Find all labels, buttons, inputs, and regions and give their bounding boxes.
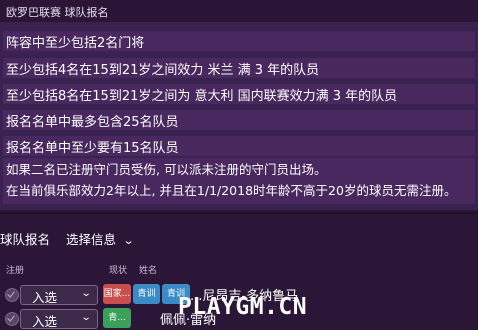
rule-row: 至少包括4名在15到21岁之间效力 米兰 满 3 年的队员 [3, 58, 475, 78]
registration-status-dropdown[interactable]: 入选 ⌄ [20, 285, 98, 305]
rule-text: 至少包括4名在15到21岁之间效力 米兰 满 3 年的队员 [6, 63, 320, 78]
status-badge-youth: 青... [103, 308, 131, 328]
rule-text: 阵容中至少包括2名门将 [6, 36, 145, 51]
rule-row: 报名名单中至少要有15名队员 [3, 136, 475, 156]
tab-squad-registration[interactable]: 球队报名 [0, 229, 50, 248]
rule-row: 报名名单中最多包含25名队员 [3, 110, 475, 130]
table-header: 注册 现状 姓名 [0, 263, 478, 276]
column-header-register[interactable]: 注册 [6, 263, 24, 276]
rule-text: 报名名单中至少要有15名队员 [6, 141, 179, 156]
registration-status-value: 入选 [32, 290, 58, 305]
window-title: 欧罗巴联赛 球队报名 [6, 6, 109, 19]
check-icon[interactable] [5, 288, 19, 302]
status-badge-national: 国家... [103, 284, 131, 304]
note-text: 如果二名已注册守门员受伤, 可以派未注册的守门员出场。 [6, 162, 327, 177]
column-header-status[interactable]: 现状 [109, 263, 127, 276]
registration-status-value: 入选 [32, 314, 58, 329]
title-bar: 欧罗巴联赛 球队报名 [0, 0, 478, 22]
note-text: 在当前俱乐部效力2年以上, 并且在1/1/2018时年龄不高于20岁的球员无需注… [6, 183, 457, 198]
check-icon[interactable] [5, 312, 19, 326]
select-info-dropdown[interactable]: 选择信息 ⌄ [66, 229, 135, 248]
notes-block: 如果二名已注册守门员受伤, 可以派未注册的守门员出场。 在当前俱乐部效力2年以上… [3, 158, 475, 204]
rule-row: 至少包括8名在15到21岁之间为 意大利 国内联赛效力满 3 年的队员 [3, 84, 475, 104]
column-header-name[interactable]: 姓名 [139, 263, 157, 276]
watermark: PLAYGM.CN [178, 294, 308, 320]
chevron-down-icon: ⌄ [80, 312, 92, 323]
rule-text: 报名名单中最多包含25名队员 [6, 115, 179, 130]
rule-row: 阵容中至少包括2名门将 [3, 31, 475, 51]
select-info-label: 选择信息 [66, 232, 117, 247]
rule-text: 至少包括8名在15到21岁之间为 意大利 国内联赛效力满 3 年的队员 [6, 89, 398, 104]
status-badge-youth: 青训 [133, 284, 160, 304]
rules-panel: 阵容中至少包括2名门将 至少包括4名在15到21岁之间效力 米兰 满 3 年的队… [0, 22, 478, 210]
registration-status-dropdown[interactable]: 入选 ⌄ [20, 309, 98, 329]
chevron-down-icon: ⌄ [122, 234, 135, 247]
chevron-down-icon: ⌄ [80, 288, 92, 299]
